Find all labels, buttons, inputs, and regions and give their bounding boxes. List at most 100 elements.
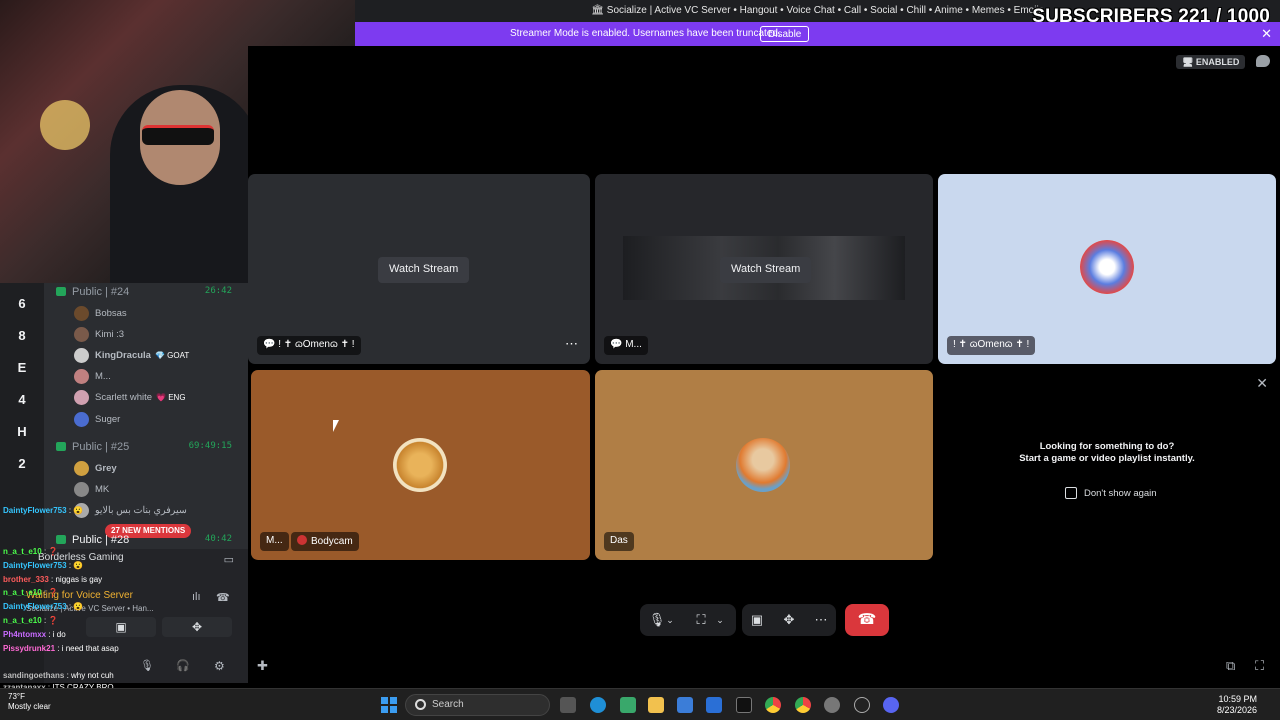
watch-stream-button[interactable]: Watch Stream bbox=[720, 257, 812, 283]
mic-camera-controls: 🎙 ⌄ ⛶ ⌄ bbox=[640, 604, 736, 636]
voice-user[interactable]: MK bbox=[74, 482, 242, 500]
suggestion-subtitle: Start a game or video playlist instantly… bbox=[1019, 453, 1195, 464]
store-icon[interactable] bbox=[706, 697, 722, 713]
add-people-icon[interactable]: ✚ bbox=[257, 658, 268, 674]
voice-user[interactable]: M... bbox=[74, 369, 242, 387]
chat-username: n_a_t_e10 bbox=[3, 588, 42, 597]
participant-avatar bbox=[736, 438, 790, 492]
server-icon[interactable]: E bbox=[8, 354, 36, 382]
voice-user[interactable]: Suger bbox=[74, 412, 242, 430]
chat-message: : i do bbox=[48, 630, 66, 639]
screen-share-icon[interactable]: ▣ bbox=[742, 604, 772, 636]
fullscreen-icon[interactable]: ⛶ bbox=[1255, 658, 1264, 674]
disconnect-call-button[interactable]: ☎ bbox=[845, 604, 889, 636]
clock-time: 10:59 PM bbox=[1218, 694, 1257, 704]
voice-user[interactable]: Scarlett white 💗 ENG bbox=[74, 390, 242, 408]
voice-user[interactable]: Bobsas bbox=[74, 306, 242, 324]
chat-username: n_a_t_e10 bbox=[3, 616, 42, 625]
participant-tile-omen[interactable]: ! ✝ ɷOmenɷ ✝ ! bbox=[938, 174, 1276, 364]
close-icon[interactable]: ✕ bbox=[1256, 375, 1268, 392]
chrome-icon[interactable] bbox=[795, 697, 811, 713]
voice-user[interactable]: Grey bbox=[74, 461, 242, 479]
chat-line: Ph4ntomxx : i do bbox=[3, 630, 66, 639]
avatar bbox=[74, 327, 89, 342]
app-icon[interactable] bbox=[620, 697, 636, 713]
user-tag: 💗 ENG bbox=[156, 393, 186, 403]
participant-name: Das bbox=[604, 532, 634, 551]
voice-user-name: Suger bbox=[95, 414, 121, 426]
voice-user[interactable]: Kimi :3 bbox=[74, 327, 242, 345]
voice-channel-public-25[interactable]: Public | #25 69:49:15 bbox=[56, 441, 242, 457]
watch-stream-button[interactable]: Watch Stream bbox=[378, 257, 470, 283]
server-icon[interactable]: 6 bbox=[8, 290, 36, 318]
search-icon bbox=[415, 699, 426, 710]
dont-show-again-checkbox[interactable] bbox=[1065, 487, 1077, 499]
chat-username: DaintyFlower753 bbox=[3, 602, 67, 611]
chat-message: : why not cuh bbox=[66, 671, 114, 680]
server-icon[interactable]: 2 bbox=[8, 450, 36, 478]
participant-name: 💬 ! ✝ ɷOmenɷ ✝ ! bbox=[257, 336, 361, 355]
participant-tile-das[interactable]: Das bbox=[595, 370, 933, 560]
share-activity-controls: ▣ ✥ ⋯ bbox=[742, 604, 836, 636]
chat-username: sandingoethans bbox=[3, 671, 65, 680]
close-icon[interactable]: ✕ bbox=[1261, 26, 1272, 42]
server-icon[interactable]: 4 bbox=[8, 386, 36, 414]
more-options-icon[interactable]: ⋯ bbox=[565, 336, 578, 352]
avatar bbox=[74, 412, 89, 427]
channel-timer: 69:49:15 bbox=[188, 441, 232, 451]
chat-line: n_a_t_e10 : ❓ bbox=[3, 547, 58, 556]
disable-streamer-mode-button[interactable]: Disable bbox=[760, 26, 810, 42]
more-options-icon[interactable]: ⋯ bbox=[806, 604, 836, 636]
taskbar-search[interactable]: Search bbox=[405, 694, 550, 716]
clock[interactable]: 10:59 PM 8/23/2026 bbox=[1217, 694, 1257, 716]
chrome-icon[interactable] bbox=[765, 697, 781, 713]
chat-message: : 😮 bbox=[68, 602, 84, 611]
voice-user-name: Bobsas bbox=[95, 308, 127, 320]
activity-badge: Bodycam bbox=[291, 532, 359, 551]
channel-timer: 26:42 bbox=[204, 286, 232, 296]
file-explorer-icon[interactable] bbox=[648, 697, 664, 713]
voice-channel-public-24[interactable]: Public | #24 26:42 bbox=[56, 286, 242, 302]
bodycam-icon bbox=[297, 535, 307, 545]
chevron-down-icon[interactable]: ⌄ bbox=[662, 604, 678, 636]
activity-label: Bodycam bbox=[311, 536, 353, 547]
weather-widget[interactable]: 73°F Mostly clear bbox=[8, 692, 51, 712]
participant-avatar bbox=[393, 438, 447, 492]
stream-tile-omen[interactable]: Watch Stream 💬 ! ✝ ɷOmenɷ ✝ ! ⋯ bbox=[248, 174, 590, 364]
server-icon[interactable]: 8 bbox=[8, 322, 36, 350]
chat-bubble-icon[interactable] bbox=[1256, 55, 1270, 67]
webcam-person-glasses bbox=[142, 125, 214, 145]
chevron-down-icon[interactable]: ⌄ bbox=[712, 604, 728, 636]
avatar bbox=[74, 369, 89, 384]
edge-icon[interactable] bbox=[590, 697, 606, 713]
participant-name: ! ✝ ɷOmenɷ ✝ ! bbox=[947, 336, 1036, 355]
avatar bbox=[74, 461, 89, 476]
stream-tile-m[interactable]: Watch Stream 💬 M... bbox=[595, 174, 933, 364]
chat-username: brother_333 bbox=[3, 575, 49, 584]
avatar bbox=[74, 482, 89, 497]
mouse-cursor bbox=[333, 420, 339, 432]
discord-icon[interactable] bbox=[883, 697, 899, 713]
chat-message: : 😮 bbox=[68, 506, 84, 515]
popout-icon[interactable]: ⧉ bbox=[1226, 658, 1235, 674]
chat-username: Ph4ntomxx bbox=[3, 630, 47, 639]
chat-message: : ❓ bbox=[43, 616, 59, 625]
app-icon[interactable] bbox=[677, 697, 693, 713]
channel-name: Public | #25 bbox=[72, 441, 130, 453]
participant-tile-m[interactable]: M... Bodycam bbox=[251, 370, 590, 560]
speaker-icon bbox=[56, 442, 66, 451]
windows-start-icon[interactable] bbox=[381, 697, 397, 713]
app-icon[interactable] bbox=[854, 697, 870, 713]
task-view-icon[interactable] bbox=[560, 697, 576, 713]
activities-icon[interactable]: ✥ bbox=[774, 604, 804, 636]
voice-user[interactable]: KingDracula 💎 GOAT bbox=[74, 348, 242, 366]
chat-line: Pissydrunk21 : i need that asap bbox=[3, 644, 119, 653]
activity-suggestion-panel: ✕ Looking for something to do? Start a g… bbox=[938, 370, 1276, 560]
channel-name: Public | #24 bbox=[72, 286, 130, 298]
clock-date: 8/23/2026 bbox=[1216, 705, 1257, 715]
server-icon[interactable]: H bbox=[8, 418, 36, 446]
chat-line: DaintyFlower753 : 😮 bbox=[3, 602, 83, 611]
app-icon[interactable] bbox=[736, 697, 752, 713]
settings-icon[interactable] bbox=[824, 697, 840, 713]
chat-username: n_a_t_e10 bbox=[3, 547, 42, 556]
